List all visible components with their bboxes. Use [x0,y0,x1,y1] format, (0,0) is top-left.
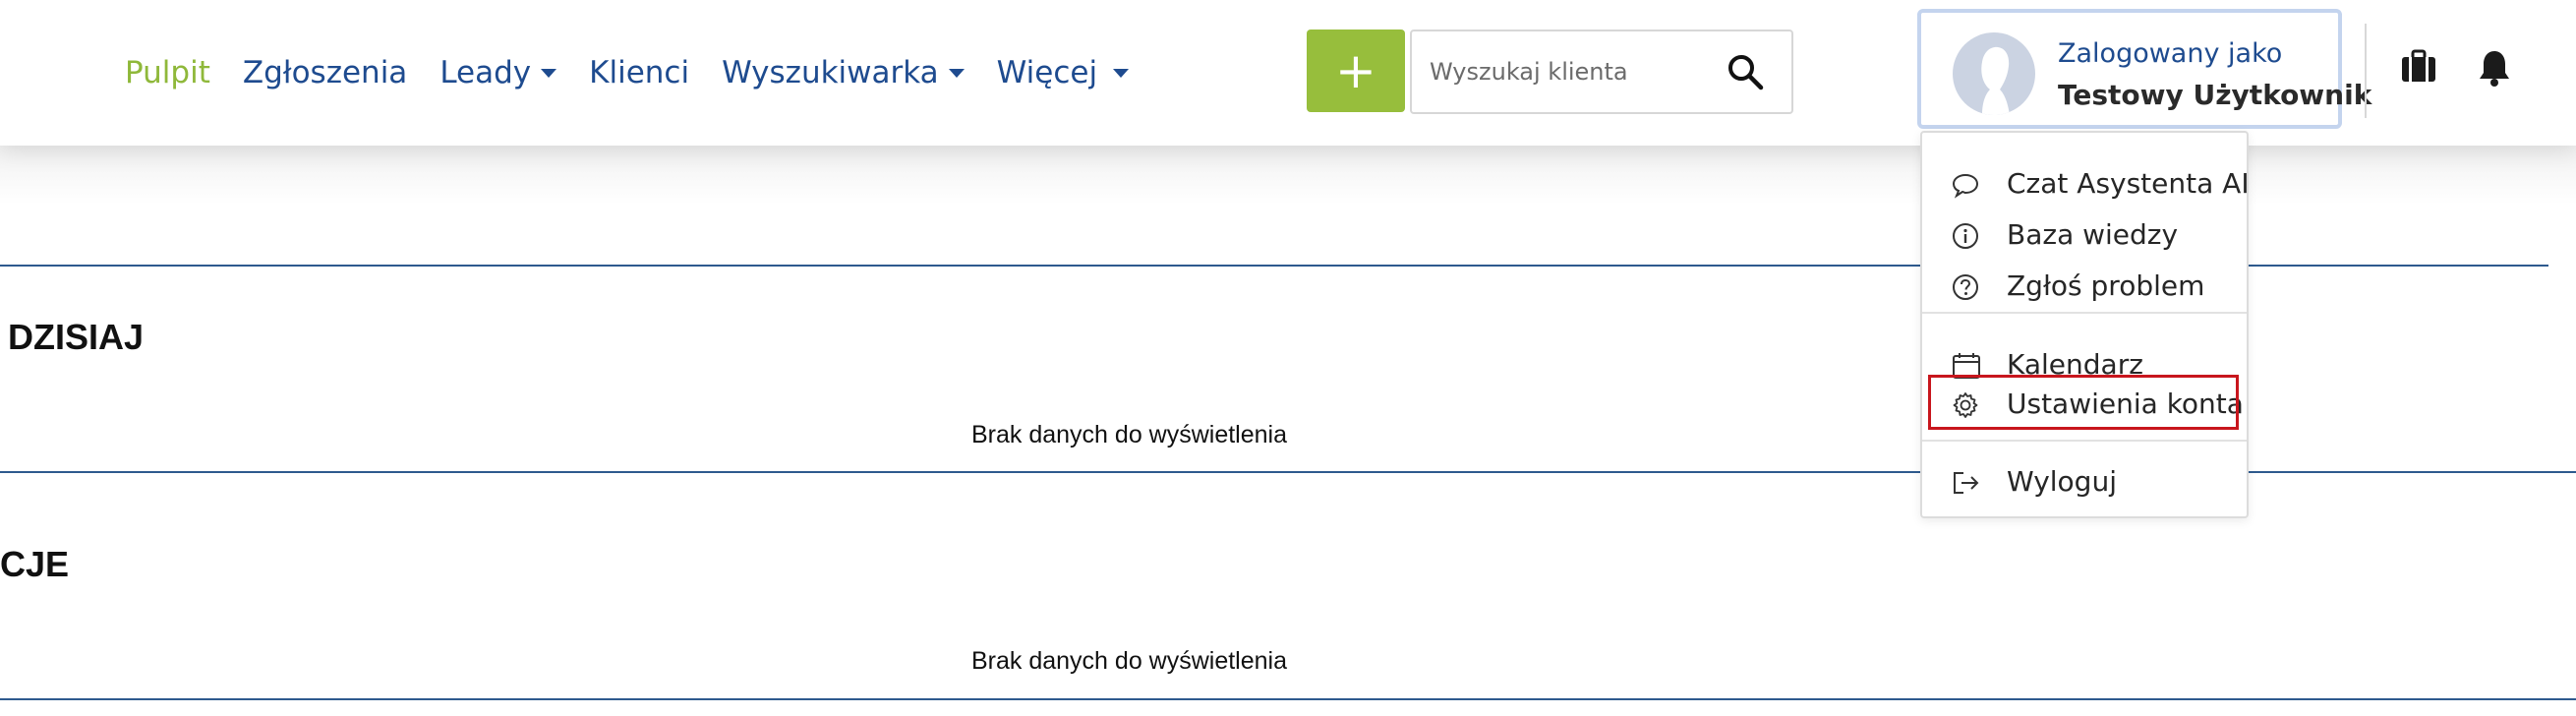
info-icon [1952,222,1979,250]
selection-highlight [1928,375,2239,430]
user-name: Testowy Użytkownik [2058,79,2372,111]
logout-icon [1952,469,1979,497]
menu-item-knowledge-base[interactable]: Baza wiedzy [1922,210,2247,258]
menu-item-label: Czat Asystenta AI [2007,166,2250,200]
nav-item-label: Leady [439,55,532,90]
menu-item-ai-chat[interactable]: Czat Asystenta AI [1922,159,2250,207]
menu-divider [1922,440,2247,442]
nav-item-wiecej[interactable]: Więcej [996,55,1130,90]
menu-item-report-problem[interactable]: Zgłoś problem [1922,262,2247,309]
logged-in-as-label: Zalogowany jako [2058,38,2283,69]
menu-divider [1922,312,2247,314]
top-navigation-bar: Pulpit Zgłoszenia Leady Klienci Wyszukiw… [0,0,2576,146]
nav-item-wyszukiwarka[interactable]: Wyszukiwarka [722,55,965,90]
user-menu-dropdown: Czat Asystenta AI Baza wiedzy Zgłoś prob… [1920,131,2250,518]
nav-item-pulpit[interactable]: Pulpit [125,55,210,90]
client-search-box [1410,30,1793,114]
nav-item-zgloszenia[interactable]: Zgłoszenia [243,55,407,90]
nav-item-label: Pulpit [125,55,210,90]
nav-item-label: Zgłoszenia [242,55,408,90]
add-new-button[interactable]: + [1307,30,1405,112]
main-nav: Pulpit Zgłoszenia Leady Klienci Wyszukiw… [125,0,1161,146]
nav-item-label: Wyszukiwarka [722,55,939,90]
header-divider [2365,24,2367,118]
help-icon [1952,273,1979,301]
menu-item-label: Wyloguj [2007,464,2117,498]
nav-item-leady[interactable]: Leady [439,55,557,90]
chat-icon [1952,171,1979,199]
menu-item-label: Zgłoś problem [2007,268,2205,302]
search-icon[interactable] [1727,53,1764,95]
bell-icon[interactable] [2478,49,2511,91]
user-account-toggle[interactable]: Zalogowany jako Testowy Użytkownik [1917,9,2371,129]
nav-item-label: Klienci [589,55,690,90]
caret-down-icon [1113,68,1130,78]
nav-item-label: Więcej [996,55,1098,90]
nav-item-klienci[interactable]: Klienci [589,55,689,90]
avatar [1953,32,2035,115]
briefcase-icon[interactable] [2401,49,2436,88]
client-search-input[interactable] [1428,57,1717,87]
caret-down-icon [541,68,557,78]
caret-down-icon [948,68,965,78]
section-title-today: DZISIAJ [8,317,145,357]
plus-icon: + [1335,42,1376,99]
empty-state-message: Brak danych do wyświetlenia [971,421,1287,448]
empty-state-message: Brak danych do wyświetlenia [971,647,1287,675]
section-divider [0,698,2576,700]
section-title-second: CJE [0,544,70,584]
menu-item-logout[interactable]: Wyloguj [1922,457,2247,505]
menu-item-label: Baza wiedzy [2007,217,2179,251]
